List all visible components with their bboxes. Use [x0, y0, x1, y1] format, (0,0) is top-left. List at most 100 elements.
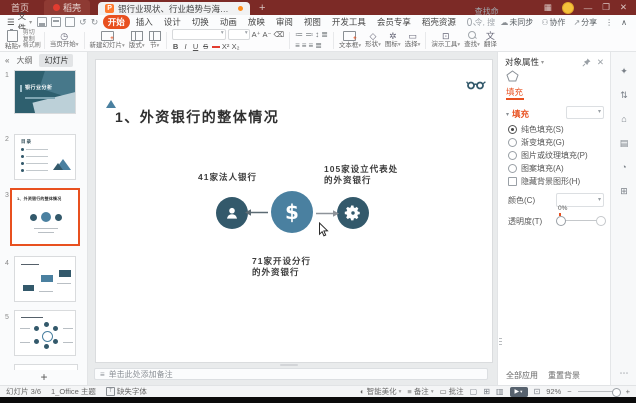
glasses-icon[interactable]	[466, 80, 486, 90]
italic-button[interactable]: I	[182, 42, 190, 51]
share-button[interactable]: ↗分享	[573, 17, 597, 28]
icon-library-button[interactable]: ✲ 图标▾	[385, 31, 401, 49]
redo-icon[interactable]: ↻	[91, 17, 99, 28]
new-slide-button[interactable]: 新建幻灯片▾	[90, 31, 125, 50]
zoom-slider-track[interactable]	[578, 391, 620, 392]
font-size-select[interactable]	[228, 29, 250, 40]
tab-start[interactable]: 开始	[103, 15, 130, 29]
format-painter-button[interactable]: 格式刷	[23, 43, 41, 50]
slide-title[interactable]: 1、外资银行的整体情况	[115, 107, 279, 127]
fit-to-window-icon[interactable]: ⊡	[534, 387, 541, 396]
layout-button[interactable]: 版式▾	[129, 31, 145, 50]
zoom-level[interactable]: 92%	[546, 387, 561, 396]
numbering-icon[interactable]: ≕	[305, 30, 313, 39]
tab-docer-resources[interactable]: 稻壳资源	[417, 15, 461, 29]
fill-tab[interactable]: 填充	[506, 86, 523, 98]
tab-design[interactable]: 设计	[159, 15, 186, 29]
bullets-icon[interactable]: ≔	[295, 30, 303, 39]
fill-section-header[interactable]: ▾ 填充	[506, 108, 529, 120]
missing-fonts-warning[interactable]: T 缺失字体	[106, 386, 147, 397]
animation-dock-icon[interactable]: ⌂	[611, 114, 636, 124]
font-color-button[interactable]	[212, 46, 220, 48]
present-tools-button[interactable]: ⊡ 演示工具▾	[431, 31, 460, 49]
fill-picture-radio[interactable]: 图片或纹理填充(P)	[508, 150, 588, 161]
underline-button[interactable]: U	[192, 42, 200, 51]
history-dock-icon[interactable]: ◔	[611, 162, 636, 172]
slide-canvas[interactable]: 1、外资银行的整体情况 41家法人银行 105家设立代表处 的外资银行 71家开…	[96, 60, 492, 362]
strikethrough-button[interactable]: S	[202, 42, 210, 51]
collapse-panel-icon[interactable]: «	[5, 56, 9, 65]
paste-button[interactable]: 粘贴▾	[5, 30, 21, 51]
restore-button[interactable]: ❐	[602, 2, 610, 13]
notes-toggle-button[interactable]: ≡ 备注 ▾	[407, 386, 433, 397]
collapse-ribbon-icon[interactable]: ∧	[621, 18, 627, 27]
transparency-slider-handle[interactable]	[556, 216, 566, 226]
subscript-button[interactable]: X₂	[232, 42, 240, 51]
normal-view-icon[interactable]: ▢	[470, 387, 478, 396]
align-center-icon[interactable]: ≡	[302, 41, 307, 50]
section-button[interactable]: 节▾	[149, 31, 161, 50]
comments-dock-icon[interactable]: ▤	[611, 138, 636, 149]
properties-caret-icon[interactable]: ▾	[541, 59, 544, 66]
hide-background-checkbox[interactable]: 隐藏背景图形(H)	[508, 176, 580, 187]
reading-view-icon[interactable]: ▥	[496, 387, 504, 396]
save-icon[interactable]	[37, 17, 47, 27]
decrease-font-button[interactable]: A⁻	[263, 30, 272, 39]
reset-background-button[interactable]: 重置背景	[548, 370, 580, 381]
fill-gradient-radio[interactable]: 渐变填充(G)	[508, 137, 565, 148]
textbox-button[interactable]: 文本框▾	[339, 31, 361, 50]
justify-both-icon[interactable]: ≣	[315, 41, 322, 50]
label-branches[interactable]: 71家开设分行 的外资银行	[252, 256, 311, 278]
label-legal-banks[interactable]: 41家法人银行	[198, 172, 257, 183]
pin-icon[interactable]	[582, 58, 591, 67]
align-right-icon[interactable]: ≡	[308, 41, 313, 50]
translate-button[interactable]: 文 翻译	[484, 31, 497, 49]
arrow-left-connector[interactable]	[244, 208, 269, 217]
dock-overflow-icon[interactable]: ⋯	[611, 368, 636, 379]
tab-transition[interactable]: 切换	[187, 15, 214, 29]
workspace-grid-icon[interactable]: ▦	[544, 2, 552, 13]
tab-animation[interactable]: 动画	[215, 15, 242, 29]
tab-view[interactable]: 视图	[299, 15, 326, 29]
fill-solid-radio[interactable]: 纯色填充(S)	[508, 124, 564, 135]
slide-sorter-view-icon[interactable]: ⊞	[483, 387, 490, 396]
slide-thumbnail-1[interactable]: 银行业分析	[14, 70, 76, 114]
panel-splitter-handle[interactable]	[499, 338, 502, 345]
notes-input[interactable]: ≡ 单击此处添加备注	[94, 368, 488, 380]
outline-tab[interactable]: 大纲	[16, 55, 32, 66]
collaborate-button[interactable]: ⚇协作	[541, 17, 565, 28]
zoom-out-icon[interactable]: −	[567, 387, 571, 396]
comments-toggle-button[interactable]: ▭ 批注	[440, 386, 464, 397]
arrow-right-connector[interactable]	[315, 209, 340, 218]
bold-button[interactable]: B	[172, 42, 180, 51]
user-avatar[interactable]	[562, 2, 574, 14]
export-icon[interactable]	[65, 17, 75, 27]
slide-thumbnail-2[interactable]: 目录	[14, 134, 76, 180]
line-spacing-icon[interactable]: ↕	[315, 30, 319, 39]
transparency-slider-track[interactable]	[560, 220, 600, 221]
tab-slideshow[interactable]: 放映	[243, 15, 270, 29]
document-tab[interactable]: P 银行业现状、行业趋势与海外准入资料	[98, 2, 250, 15]
new-tab-button[interactable]: +	[259, 2, 265, 14]
gear-circle[interactable]	[337, 197, 369, 229]
slides-tab[interactable]: 幻灯片	[39, 54, 73, 67]
more-menu-icon[interactable]: ⋮	[605, 18, 613, 27]
zoom-in-icon[interactable]: +	[626, 387, 630, 396]
label-rep-offices[interactable]: 105家设立代表处 的外资银行	[324, 164, 398, 186]
minimize-button[interactable]: —	[584, 3, 593, 13]
slideshow-play-button[interactable]: ▶▾	[510, 387, 528, 397]
shape-fill-icon[interactable]	[506, 70, 519, 82]
close-button[interactable]: ✕	[620, 2, 627, 13]
editing-canvas[interactable]: 1、外资银行的整体情况 41家法人银行 105家设立代表处 的外资银行 71家开…	[88, 52, 497, 385]
tab-member[interactable]: 会员专享	[372, 15, 416, 29]
apps-dock-icon[interactable]: ⊞	[611, 186, 636, 197]
dollar-circle[interactable]: $	[271, 191, 313, 233]
beautify-dock-icon[interactable]: ✦	[611, 66, 636, 77]
add-slide-button[interactable]: +	[0, 370, 88, 384]
shapes-button[interactable]: ◇ 形状▾	[365, 31, 381, 49]
find-button[interactable]: 查找▾	[464, 31, 480, 49]
apply-all-button[interactable]: 全部应用	[506, 370, 538, 381]
justify-icon[interactable]: ≣	[321, 30, 328, 39]
slide-thumbnail-3-selected[interactable]: 1、外资银行的整体情况	[10, 188, 80, 246]
tab-devtools[interactable]: 开发工具	[327, 15, 371, 29]
